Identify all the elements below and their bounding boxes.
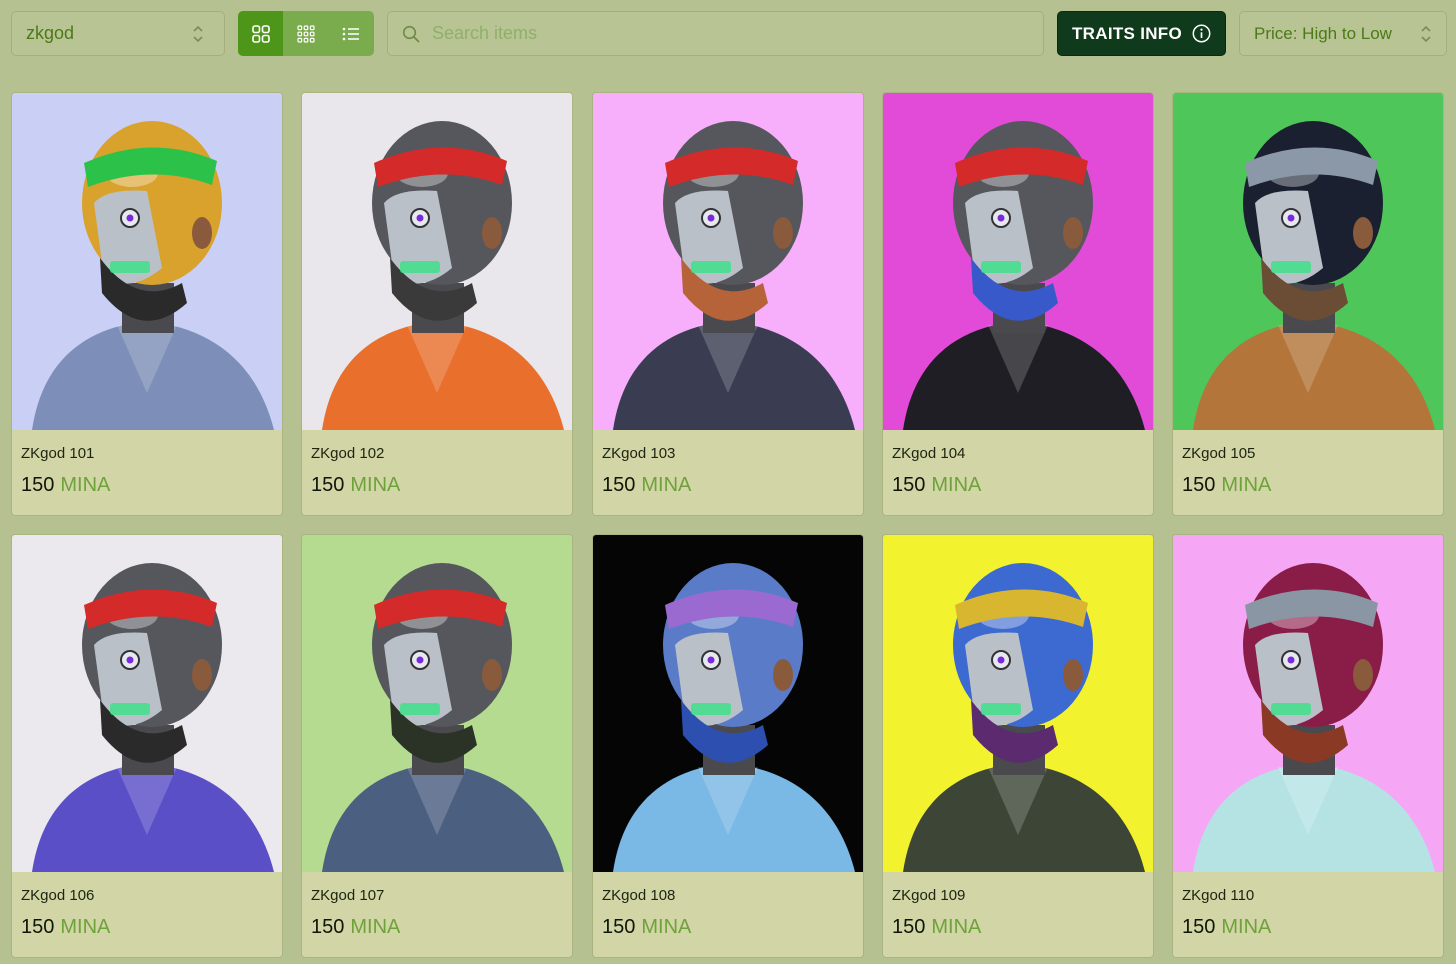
price-amount: 150 [602,916,636,938]
nft-card[interactable]: ZKgod 107 150 MINA [301,534,573,958]
nft-name: ZKgod 101 [21,445,95,462]
nft-name: ZKgod 110 [1182,887,1255,904]
nft-card[interactable]: ZKgod 103 150 MINA [592,92,864,516]
search-input[interactable] [432,23,1012,44]
nft-image [302,535,572,872]
price-currency: MINA [641,474,692,496]
list-icon [343,27,360,40]
nft-card[interactable]: ZKgod 104 150 MINA [882,92,1154,516]
toolbar: zkgod Search items TRAITS INFO Price: Hi… [0,0,1456,70]
large-grid-icon [251,24,270,43]
price-currency: MINA [1221,916,1272,938]
nft-price: 150 MINA [892,916,981,939]
nft-card[interactable]: ZKgod 101 150 MINA [11,92,283,516]
price-currency: MINA [60,916,111,938]
view-mode-toggle [238,11,374,56]
nft-card[interactable]: ZKgod 106 150 MINA [11,534,283,958]
price-amount: 150 [21,474,55,496]
nft-price: 150 MINA [311,474,400,497]
nft-image [593,535,863,872]
sort-select[interactable]: Price: High to Low [1239,11,1447,56]
nft-name: ZKgod 103 [602,445,676,462]
price-amount: 150 [21,916,55,938]
price-currency: MINA [60,474,111,496]
price-amount: 150 [602,474,636,496]
nft-price: 150 MINA [1182,916,1271,939]
price-amount: 150 [311,474,345,496]
nft-card[interactable]: ZKgod 108 150 MINA [592,534,864,958]
nft-image [593,93,863,430]
price-amount: 150 [892,474,926,496]
sort-select-label: Price: High to Low [1254,23,1392,43]
nft-card[interactable]: ZKgod 102 150 MINA [301,92,573,516]
nft-name: ZKgod 104 [892,445,966,462]
nft-image [12,535,282,872]
collection-select[interactable]: zkgod [11,11,225,56]
nft-image [1173,93,1443,430]
small-grid-icon [297,24,315,43]
nft-price: 150 MINA [311,916,400,939]
nft-image [883,535,1153,872]
price-amount: 150 [311,916,345,938]
small-grid-view-button[interactable] [283,11,328,56]
nft-name: ZKgod 109 [892,887,966,904]
chevron-up-down-icon [1421,25,1431,43]
search-box [387,11,1044,56]
nft-price: 150 MINA [1182,474,1271,497]
nft-image [302,93,572,430]
nft-price: 150 MINA [21,474,110,497]
price-currency: MINA [350,916,401,938]
nft-card[interactable]: ZKgod 109 150 MINA [882,534,1154,958]
price-currency: MINA [641,916,692,938]
large-grid-view-button[interactable] [238,11,284,56]
nft-name: ZKgod 106 [21,887,95,904]
nft-name: ZKgod 108 [602,887,676,904]
traits-info-button[interactable]: TRAITS INFO [1057,11,1226,56]
price-currency: MINA [1221,474,1272,496]
price-amount: 150 [1182,916,1216,938]
price-amount: 150 [892,916,926,938]
price-currency: MINA [931,916,982,938]
price-amount: 150 [1182,474,1216,496]
nft-image [883,93,1153,430]
nft-price: 150 MINA [602,474,691,497]
traits-info-label: TRAITS INFO [1071,23,1182,43]
chevron-up-down-icon [193,25,203,43]
nft-image [12,93,282,430]
nft-name: ZKgod 107 [311,887,385,904]
nft-price: 150 MINA [602,916,691,939]
price-currency: MINA [931,474,982,496]
nft-name: ZKgod 105 [1182,445,1256,462]
price-currency: MINA [350,474,401,496]
search-icon [402,25,420,42]
nft-card[interactable]: ZKgod 105 150 MINA [1172,92,1444,516]
info-icon [1192,24,1211,43]
nft-image [1173,535,1443,872]
list-view-button[interactable] [329,11,374,56]
nft-price: 150 MINA [21,916,110,939]
collection-select-label: zkgod [26,23,75,43]
nft-price: 150 MINA [892,474,981,497]
nft-name: ZKgod 102 [311,445,385,462]
nft-card[interactable]: ZKgod 110 150 MINA [1172,534,1444,958]
